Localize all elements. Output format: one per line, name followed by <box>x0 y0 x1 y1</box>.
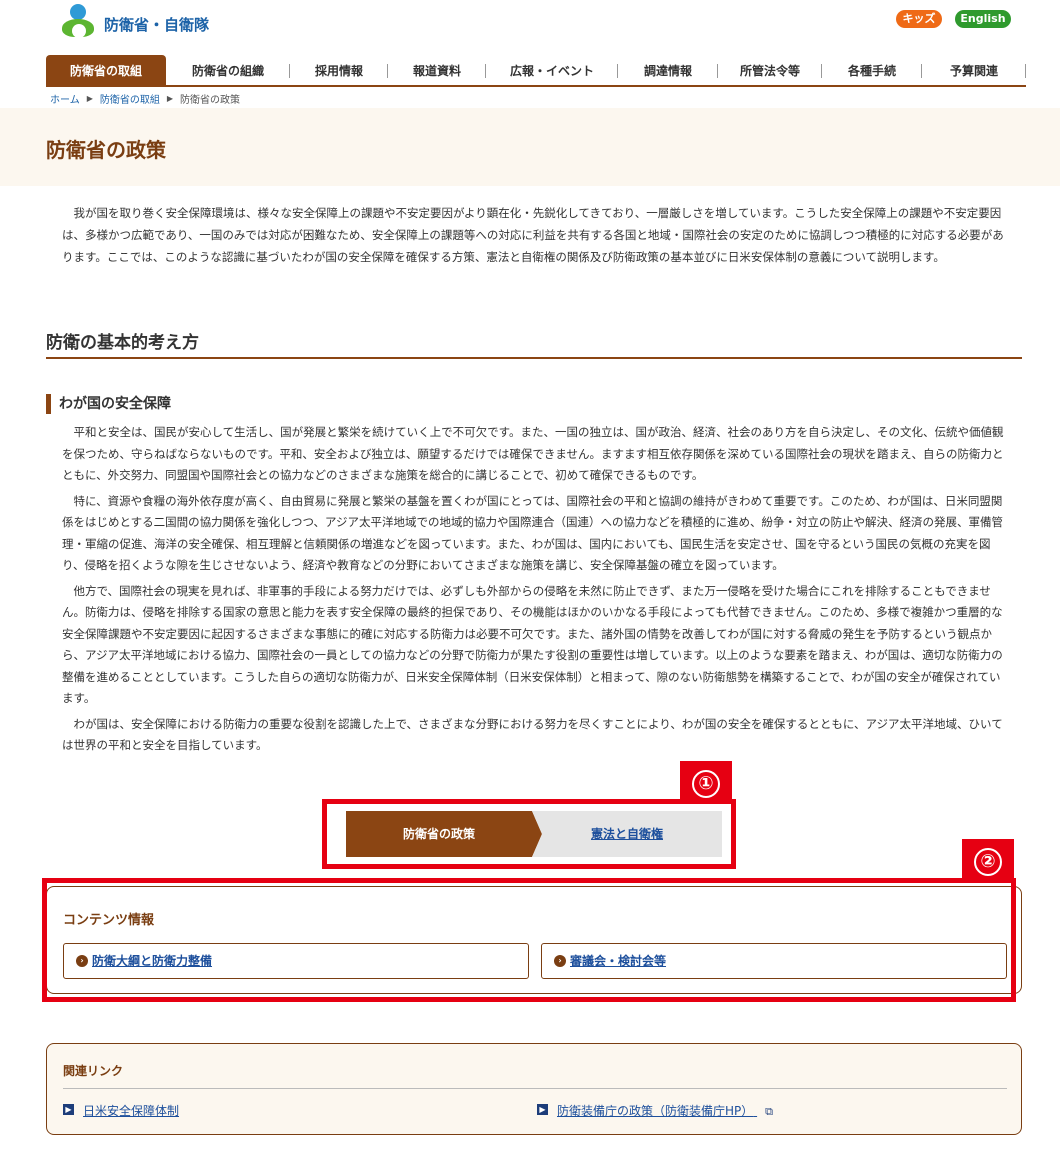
gnav-item-recruitment[interactable]: 採用情報 <box>290 55 388 85</box>
kids-button[interactable]: キッズ <box>896 10 942 28</box>
annotation-box-2 <box>42 878 1016 1002</box>
subsection-heading: わが国の安全保障 <box>46 394 171 414</box>
related-link-atla-policy[interactable]: ▶ 防衛装備庁の政策（防衛装備庁HP） ⧉ <box>537 1102 773 1119</box>
gnav-item-initiatives[interactable]: 防衛省の取組 <box>46 55 166 85</box>
related-title: 関連リンク <box>63 1064 124 1078</box>
breadcrumb-home[interactable]: ホーム <box>50 91 80 106</box>
global-nav: 防衛省の取組 防衛省の組織 採用情報 報道資料 広報・イベント 調達情報 所管法… <box>46 55 1026 87</box>
lead-paragraph: 我が国を取り巻く安全保障環境は、様々な安全保障上の課題や不安定要因がより顕在化・… <box>62 206 1004 264</box>
related-links-box: 関連リンク ▶ 日米安全保障体制 ▶ 防衛装備庁の政策（防衛装備庁HP） ⧉ <box>46 1043 1022 1135</box>
gnav-item-procurement[interactable]: 調達情報 <box>618 55 718 85</box>
section-heading: 防衛の基本的考え方 <box>46 333 199 353</box>
body-paragraph: 他方で、国際社会の現実を見れば、非軍事的手段による努力だけでは、必ずしも外部から… <box>62 583 1003 706</box>
logo-text: 防衛省・自衛隊 <box>104 15 210 34</box>
english-button[interactable]: English <box>955 10 1011 28</box>
breadcrumb-parent[interactable]: 防衛省の取組 <box>100 91 160 106</box>
gnav-item-laws[interactable]: 所管法令等 <box>718 55 822 85</box>
site-header: 防衛省・自衛隊 キッズ English <box>0 0 1060 50</box>
logo-mark-icon <box>60 4 102 40</box>
related-link-us-japan-security[interactable]: ▶ 日米安全保障体制 <box>63 1102 179 1119</box>
gnav-item-press[interactable]: 報道資料 <box>388 55 486 85</box>
body-paragraph: 特に、資源や食糧の海外依存度が高く、自由貿易に発展と繁栄の基盤を置くわが国にとっ… <box>62 493 1004 573</box>
body-paragraph: わが国は、安全保障における防衛力の重要な役割を認識した上で、さまざまな分野におけ… <box>62 716 1003 753</box>
gnav-item-procedures[interactable]: 各種手続 <box>822 55 922 85</box>
related-divider <box>63 1088 1007 1089</box>
chevron-right-icon: ▶ <box>166 94 174 103</box>
section-divider <box>46 357 1022 359</box>
body-paragraph: 平和と安全は、国民が安心して生活し、国が発展と繁栄を続けていく上で不可欠です。ま… <box>62 425 1004 482</box>
gnav-item-budget[interactable]: 予算関連 <box>922 55 1026 85</box>
section-body: 平和と安全は、国民が安心して生活し、国が発展と繁栄を続けていく上で不可欠です。ま… <box>62 422 1007 761</box>
external-window-icon: ⧉ <box>765 1105 773 1118</box>
arrow-right-icon: ▶ <box>537 1104 548 1115</box>
breadcrumb-current: 防衛省の政策 <box>180 95 241 106</box>
arrow-right-icon: ▶ <box>63 1104 74 1115</box>
gnav-item-organization[interactable]: 防衛省の組織 <box>166 55 290 85</box>
page-title: 防衛省の政策 <box>46 138 166 162</box>
annotation-marker-1: ① <box>680 761 732 801</box>
related-link-label: 日米安全保障体制 <box>83 1104 180 1118</box>
step-nav: 防衛省の政策 憲法と自衛権 <box>346 811 722 857</box>
related-link-label: 防衛装備庁の政策（防衛装備庁HP） <box>557 1104 754 1118</box>
step-current: 防衛省の政策 <box>346 811 542 857</box>
annotation-marker-2: ② <box>962 839 1014 879</box>
breadcrumb: ホーム ▶ 防衛省の取組 ▶ 防衛省の政策 <box>50 91 240 106</box>
gnav-item-pr-events[interactable]: 広報・イベント <box>486 55 618 85</box>
step-next-link[interactable]: 憲法と自衛権 <box>532 811 722 857</box>
site-logo[interactable]: 防衛省・自衛隊 <box>60 4 209 40</box>
chevron-right-icon: ▶ <box>86 94 93 103</box>
